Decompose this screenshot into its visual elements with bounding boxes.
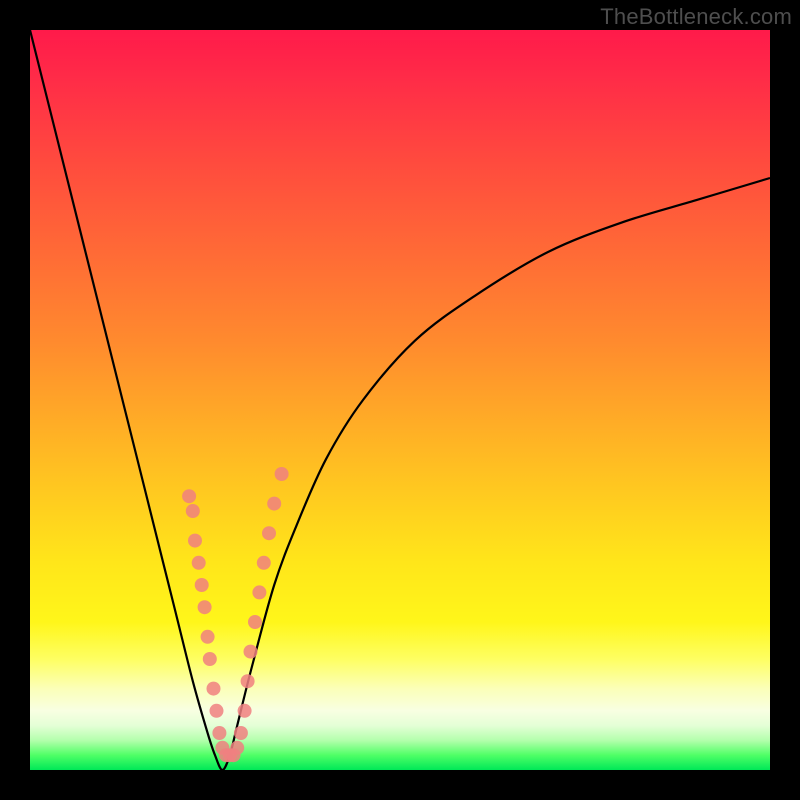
marker-dot — [188, 534, 202, 548]
plot-area — [30, 30, 770, 770]
marker-dot — [201, 630, 215, 644]
marker-dot — [207, 682, 221, 696]
marker-dot — [210, 704, 224, 718]
chart-frame: TheBottleneck.com — [0, 0, 800, 800]
watermark-text: TheBottleneck.com — [600, 4, 792, 30]
marker-dot — [244, 645, 258, 659]
marker-dot — [248, 615, 262, 629]
marker-dot — [186, 504, 200, 518]
bottleneck-curve — [30, 30, 770, 770]
marker-dot — [182, 489, 196, 503]
marker-dots — [182, 467, 289, 762]
marker-dot — [234, 726, 248, 740]
marker-dot — [252, 585, 266, 599]
marker-dot — [267, 497, 281, 511]
marker-dot — [257, 556, 271, 570]
marker-dot — [195, 578, 209, 592]
marker-dot — [230, 741, 244, 755]
marker-dot — [275, 467, 289, 481]
marker-dot — [203, 652, 217, 666]
marker-dot — [238, 704, 252, 718]
marker-dot — [192, 556, 206, 570]
marker-dot — [212, 726, 226, 740]
marker-dot — [262, 526, 276, 540]
marker-dot — [198, 600, 212, 614]
marker-dot — [241, 674, 255, 688]
curve-svg — [30, 30, 770, 770]
